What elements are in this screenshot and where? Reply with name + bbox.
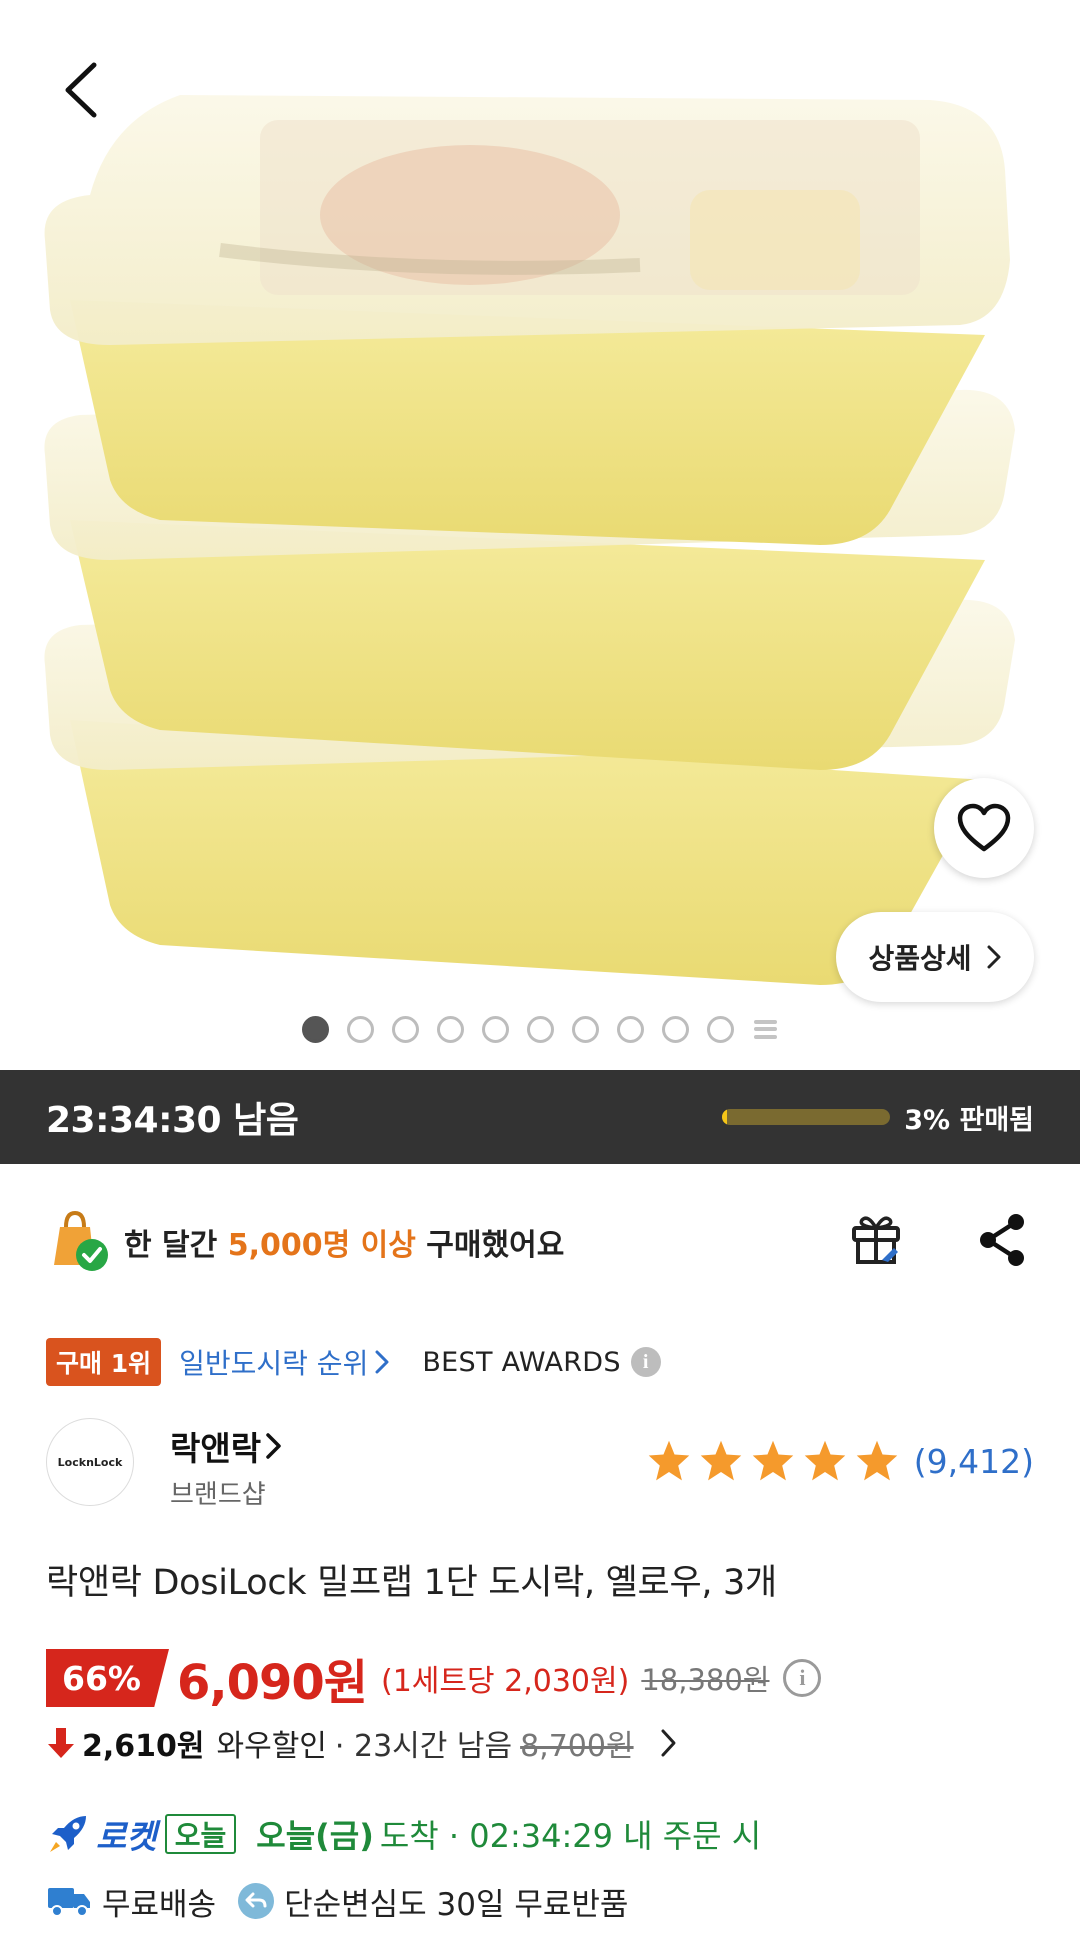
carousel-dot[interactable] <box>616 1016 644 1043</box>
price-row: 66% 6,090원 (1세트당 2,030원) 18,380원 i <box>46 1646 822 1711</box>
back-button[interactable] <box>50 55 110 125</box>
product-page: 상품상세 23:34:30 남음 3% 판매됨 한 달간 5,000명 이상 구… <box>0 0 1080 1936</box>
gift-icon <box>852 1216 900 1264</box>
gallery-list-icon[interactable] <box>752 1016 779 1043</box>
heart-outline-icon <box>957 803 1011 852</box>
brand-logo[interactable]: LocknLock <box>46 1418 134 1506</box>
wow-time-left: · 23시간 남음 <box>334 1729 513 1764</box>
best-awards-label: BEST AWARDS <box>422 1346 621 1378</box>
product-detail-button[interactable]: 상품상세 <box>836 912 1034 1002</box>
countdown-text: 23:34:30 남음 <box>46 1100 299 1141</box>
carousel-indicator <box>0 1016 1080 1043</box>
wow-original-price: 8,700원 <box>520 1729 634 1764</box>
purchase-prefix: 한 달간 <box>124 1228 228 1263</box>
product-image-carousel[interactable]: 상품상세 <box>0 0 1080 1070</box>
chevron-right-icon <box>661 1729 676 1757</box>
ranking-row: 구매 1위 일반도시락 순위 BEST AWARDS i <box>46 1338 661 1386</box>
category-ranking-label: 일반도시락 순위 <box>179 1347 369 1380</box>
chevron-right-icon <box>375 1350 389 1374</box>
share-icon <box>980 1214 1024 1266</box>
purchase-count-row: 한 달간 5,000명 이상 구매했어요 <box>46 1202 1036 1282</box>
unit-price: (1세트당 2,030원) <box>381 1664 630 1699</box>
deal-countdown-bar: 23:34:30 남음 3% 판매됨 <box>0 1070 1080 1164</box>
chevron-left-icon <box>65 62 97 118</box>
return-policy-label: 단순변심도 30일 무료반품 <box>284 1886 629 1923</box>
category-ranking-link[interactable]: 일반도시락 순위 <box>179 1342 390 1382</box>
carousel-dot[interactable] <box>661 1016 689 1043</box>
product-detail-label: 상품상세 <box>868 942 972 975</box>
sold-progress: 3% 판매됨 <box>722 1098 1034 1137</box>
wow-price: 2,610원 <box>82 1729 205 1764</box>
rocket-label: 로켓 <box>96 1817 157 1856</box>
star-icon <box>752 1440 794 1481</box>
rating[interactable]: (9,412) <box>646 1438 1034 1484</box>
star-icon <box>856 1440 898 1481</box>
price-info-icon[interactable]: i <box>783 1659 822 1697</box>
today-badge: 오늘 <box>164 1814 237 1854</box>
carousel-dot[interactable] <box>436 1016 464 1043</box>
brand-shop-label[interactable]: 브랜드샵 <box>170 1474 266 1511</box>
star-icon <box>648 1440 690 1481</box>
brand-logo-text: LocknLock <box>57 1455 123 1469</box>
favorite-button[interactable] <box>934 778 1034 878</box>
rocket-delivery-row: 로켓 오늘 오늘(금) 도착 · 02:34:29 내 주문 시 <box>46 1808 761 1860</box>
carousel-dot[interactable] <box>571 1016 599 1043</box>
chevron-right-icon <box>987 945 1001 969</box>
return-icon <box>238 1883 275 1919</box>
carousel-dot[interactable] <box>706 1016 734 1043</box>
arrival-day: 오늘(금) <box>256 1817 374 1855</box>
purchase-highlight: 5,000명 이상 <box>227 1228 416 1263</box>
wow-discount-row[interactable]: 2,610원 와우할인 · 23시간 남음 8,700원 <box>46 1720 678 1766</box>
free-shipping-label: 무료배송 <box>102 1886 217 1923</box>
brand-name-link[interactable]: 락앤락 <box>170 1422 283 1470</box>
share-button[interactable] <box>974 1210 1030 1274</box>
carousel-dot[interactable] <box>301 1016 329 1043</box>
rocket-icon <box>50 1816 86 1852</box>
sold-progress-fill <box>722 1109 728 1125</box>
original-price: 18,380원 <box>641 1663 770 1697</box>
arrival-deadline: 도착 · 02:34:29 내 주문 시 <box>379 1817 762 1855</box>
purchase-suffix: 구매했어요 <box>415 1228 565 1263</box>
sale-price: 6,090원 <box>177 1655 368 1711</box>
wow-label: 와우할인 <box>216 1729 327 1764</box>
star-icon <box>700 1440 742 1481</box>
best-awards[interactable]: BEST AWARDS i <box>422 1346 661 1378</box>
product-photo <box>44 95 1015 985</box>
purchase-count-text: 한 달간 5,000명 이상 구매했어요 <box>124 1220 564 1264</box>
product-title: 락앤락 DosiLock 밀프랩 1단 도시락, 옐로우, 3개 <box>46 1563 777 1603</box>
truck-icon <box>48 1888 90 1917</box>
discount-badge: 66% <box>46 1649 169 1707</box>
shopping-bag-check-icon <box>46 1209 112 1275</box>
shipping-row: 무료배송 단순변심도 30일 무료반품 <box>46 1876 628 1926</box>
carousel-dot[interactable] <box>391 1016 419 1043</box>
chevron-right-icon <box>266 1433 281 1459</box>
brand-name: 락앤락 <box>170 1429 262 1468</box>
review-count[interactable]: (9,412) <box>914 1442 1034 1481</box>
carousel-dot[interactable] <box>346 1016 374 1043</box>
arrow-down-icon <box>48 1728 74 1758</box>
gift-button[interactable] <box>846 1210 906 1274</box>
carousel-dot[interactable] <box>481 1016 509 1043</box>
star-icon <box>804 1440 846 1481</box>
rank-badge: 구매 1위 <box>46 1338 162 1386</box>
carousel-dot[interactable] <box>526 1016 554 1043</box>
info-icon[interactable]: i <box>630 1347 661 1377</box>
sold-progress-track <box>722 1109 891 1125</box>
sold-label: 3% 판매됨 <box>904 1104 1034 1136</box>
